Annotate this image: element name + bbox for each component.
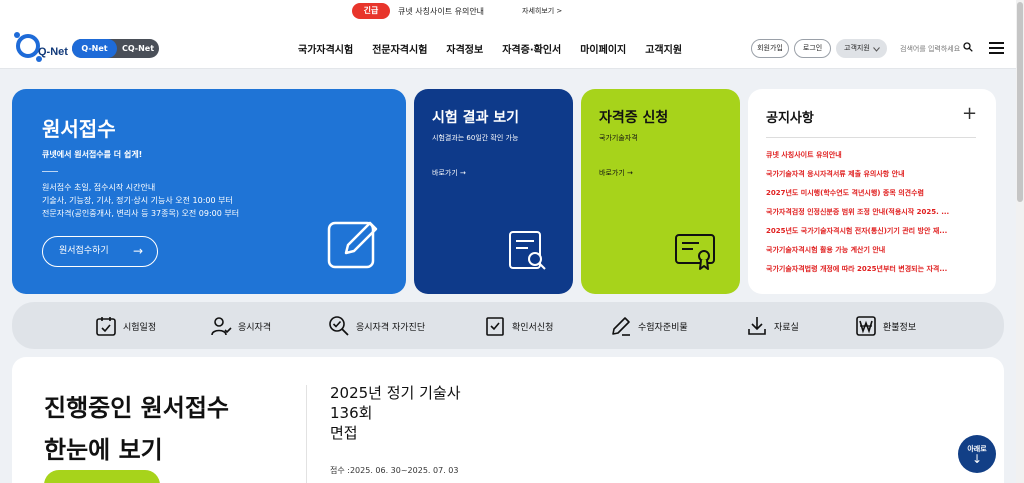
support-dropdown-label: 고객지원: [844, 44, 870, 52]
apply-info: 원서접수 초일, 접수시작 시간안내 기술사, 기능장, 기사, 정기·상시 기…: [42, 181, 239, 220]
quick-label: 응시자격 자가진단: [356, 322, 426, 333]
certificate-desc: 국가기술자격: [599, 134, 638, 142]
section-title-line: 한눈에 보기: [44, 436, 163, 464]
alert-text[interactable]: 큐넷 사칭사이트 유의안내: [398, 6, 484, 17]
quick-refund-info[interactable]: 환불정보: [855, 314, 916, 338]
exam-result-title: 시험 결과 보기: [432, 110, 520, 126]
notice-title: 공지사항: [766, 111, 814, 126]
arrow-down-icon: ↓: [971, 452, 983, 466]
nav-professional-exam[interactable]: 전문자격시험: [372, 41, 427, 56]
apply-subtitle: 큐넷에서 원서접수를 더 쉽게!: [42, 150, 143, 159]
apply-button-label: 원서접수하기: [59, 246, 109, 256]
schedule-button[interactable]: [44, 470, 160, 483]
search-check-icon: [329, 316, 349, 336]
chevron-down-icon: [873, 47, 880, 52]
logo-text: Q-Net: [38, 46, 68, 58]
notice-item[interactable]: 국가기술자격 응시자격서류 제출 유의사항 안내: [766, 168, 978, 187]
quick-label: 확인서신청: [512, 322, 554, 333]
notice-item[interactable]: 2025년도 국가기술자격시험 전자(통신)기기 관리 방안 재...: [766, 225, 978, 244]
exam-title[interactable]: 2025년 정기 기술사 136회 면접: [330, 383, 461, 443]
arrow-right-icon: →: [132, 244, 143, 258]
calendar-check-icon: [96, 317, 116, 336]
exam-title-line: 136회: [330, 404, 373, 422]
divider: [306, 385, 307, 483]
nav-mypage[interactable]: 마이페이지: [580, 41, 626, 56]
certificate-icon: [675, 234, 715, 270]
logo-ring: [16, 34, 40, 58]
alert-bar: 긴급 큐넷 사칭사이트 유의안내 자세히보기 >: [0, 0, 1024, 24]
quick-qualification[interactable]: 응시자격: [210, 314, 271, 338]
plus-icon[interactable]: +: [962, 103, 977, 124]
qnet-logo[interactable]: Q-Net: [12, 28, 68, 62]
exam-result-card[interactable]: 시험 결과 보기 시험결과는 60일간 확인 가능 바로가기 →: [414, 89, 573, 294]
notice-list: 큐넷 사칭사이트 유의안내 국가기술자격 응시자격서류 제출 유의사항 안내 2…: [766, 149, 978, 282]
cqnet-switch-button[interactable]: CQ-Net: [117, 39, 159, 58]
quick-label: 시험일정: [123, 322, 157, 333]
site-header: Q-Net Q-Net CQ-Net 국가자격시험 전문자격시험 자격정보 자격…: [0, 24, 1024, 69]
won-currency-icon: [856, 316, 876, 336]
quick-label: 수험자준비물: [638, 322, 688, 333]
exam-title-line: 면접: [330, 424, 358, 442]
apply-card[interactable]: 원서접수 큐넷에서 원서접수를 더 쉽게! 원서접수 초일, 접수시작 시간안내…: [12, 89, 406, 294]
apply-button[interactable]: 원서접수하기 →: [42, 236, 158, 267]
exam-title-line: 2025년 정기 기술사: [330, 384, 461, 402]
nav-qualification-info[interactable]: 자격정보: [446, 41, 483, 56]
quick-exam-schedule[interactable]: 시험일정: [95, 314, 156, 338]
quick-certificate-request[interactable]: 확인서신청: [484, 314, 553, 338]
user-check-icon: [211, 317, 232, 336]
site-switch[interactable]: Q-Net CQ-Net: [72, 39, 159, 58]
exam-result-desc: 시험결과는 60일간 확인 가능: [432, 134, 519, 142]
alert-more-link[interactable]: 자세히보기 >: [522, 6, 562, 16]
apply-info-line: 원서접수 초일, 접수시작 시간안내: [42, 183, 156, 192]
pencil-icon: [612, 317, 630, 336]
checkbox-document-icon: [486, 317, 504, 336]
notice-item[interactable]: 국가기술자격시험 활용 가능 계산기 안내: [766, 244, 978, 263]
nav-national-exam[interactable]: 국가자격시험: [298, 41, 353, 56]
notice-item[interactable]: 큐넷 사칭사이트 유의안내: [766, 149, 978, 168]
quick-exam-supplies[interactable]: 수험자준비물: [610, 314, 688, 338]
search-input[interactable]: 검색어를 입력하세요: [900, 44, 960, 54]
apply-info-line: 전문자격(공인중개사, 변리사 등 37종목) 오전 09:00 부터: [42, 209, 240, 218]
quick-label: 자료실: [774, 322, 799, 333]
document-search-icon: [509, 231, 546, 270]
ongoing-applications-section: 진행중인 원서접수 한눈에 보기 2025년 정기 기술사 136회 면접 접수…: [12, 357, 1004, 483]
section-title-line: 진행중인 원서접수: [44, 394, 229, 422]
scrollbar-thumb[interactable]: [1017, 2, 1023, 202]
logo-dot: [14, 32, 20, 38]
main-nav: 국가자격시험 전문자격시험 자격정보 자격증·확인서 마이페이지 고객지원: [298, 41, 701, 56]
edit-document-icon: [327, 221, 378, 269]
certificate-title: 자격증 신청: [599, 110, 669, 126]
certificate-link[interactable]: 바로가기 →: [599, 168, 633, 178]
qnet-switch-button[interactable]: Q-Net: [72, 39, 117, 58]
section-title: 진행중인 원서접수 한눈에 보기: [44, 387, 229, 471]
scroll-down-button[interactable]: 아래로 ↓: [958, 435, 996, 473]
hamburger-menu-icon[interactable]: [989, 42, 1004, 54]
notice-item[interactable]: 국가기술자격법령 개정에 따라 2025년부터 변경되는 자격...: [766, 263, 978, 282]
certificate-apply-card[interactable]: 자격증 신청 국가기술자격 바로가기 →: [581, 89, 740, 294]
notice-item[interactable]: 국가자격검정 인정신분증 범위 조정 안내(적용시작 2025. ...: [766, 206, 978, 225]
urgent-badge: 긴급: [352, 3, 390, 19]
apply-title: 원서접수: [42, 117, 116, 141]
download-icon: [748, 317, 766, 335]
search-icon[interactable]: [963, 42, 973, 52]
nav-customer-support[interactable]: 고객지원: [645, 41, 682, 56]
divider: [42, 171, 58, 172]
exam-result-link[interactable]: 바로가기 →: [432, 168, 466, 178]
quick-label: 환불정보: [883, 322, 917, 333]
apply-info-line: 기술사, 기능장, 기사, 정기·상시 기능사 오전 10:00 부터: [42, 196, 233, 205]
quick-label: 응시자격: [238, 322, 272, 333]
quick-self-diagnosis[interactable]: 응시자격 자가진단: [328, 314, 425, 338]
notice-card: 공지사항 + 큐넷 사칭사이트 유의안내 국가기술자격 응시자격서류 제출 유의…: [748, 89, 996, 294]
join-button[interactable]: 회원가입: [751, 39, 789, 58]
notice-item[interactable]: 2027년도 미시행(학수연도 격년시행) 종목 의견수렴: [766, 187, 978, 206]
login-button[interactable]: 로그인: [794, 39, 831, 58]
quick-archive[interactable]: 자료실: [746, 314, 799, 338]
exam-date: 접수 :2025. 06. 30~2025. 07. 03: [330, 466, 459, 475]
support-dropdown[interactable]: 고객지원: [836, 39, 887, 58]
nav-certificate[interactable]: 자격증·확인서: [502, 41, 561, 56]
quick-menu: 시험일정 응시자격 응시자격 자가진단 확인서신청 수험자준비물 자료실 환불정…: [12, 302, 1004, 349]
page-scrollbar[interactable]: [1016, 0, 1024, 483]
divider: [766, 137, 976, 138]
